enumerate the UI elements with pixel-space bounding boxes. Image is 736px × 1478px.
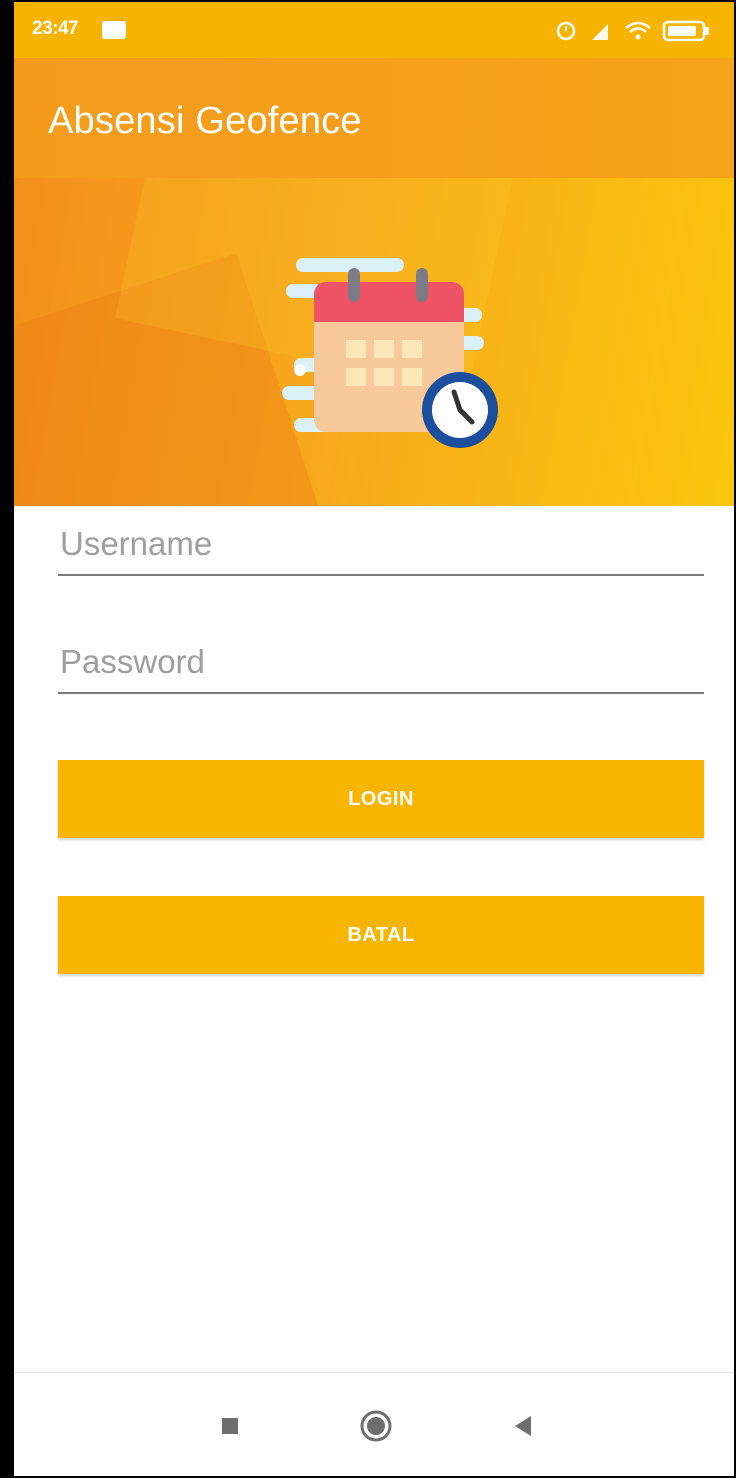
status-time: 23:47 [32,18,79,39]
wifi-icon [625,21,651,40]
phone-screen: 23:47 Absensi Geofence Username LOGIN BA… [0,0,736,1478]
recents-square-icon[interactable] [207,1403,253,1449]
back-triangle-icon[interactable] [500,1403,546,1449]
status-icons [552,16,722,44]
home-circle-icon[interactable] [353,1403,399,1449]
alarm-icon [556,21,576,41]
login-button[interactable]: LOGIN [58,760,704,838]
app-title: Absensi Geofence [48,100,362,142]
password-input[interactable] [58,632,704,692]
calendar-clock-icon [282,258,498,448]
app-bar: Absensi Geofence [14,58,734,178]
system-nav-bar [14,1373,734,1476]
battery-icon [662,20,709,42]
username-input[interactable] [58,514,704,574]
header-banner [14,178,734,506]
notification-icon [102,21,126,39]
username-field[interactable] [58,514,704,576]
signal-icon [592,24,608,40]
status-bar: 23:47 [14,2,734,58]
password-field[interactable] [58,632,704,694]
cancel-button[interactable]: BATAL [58,896,704,974]
